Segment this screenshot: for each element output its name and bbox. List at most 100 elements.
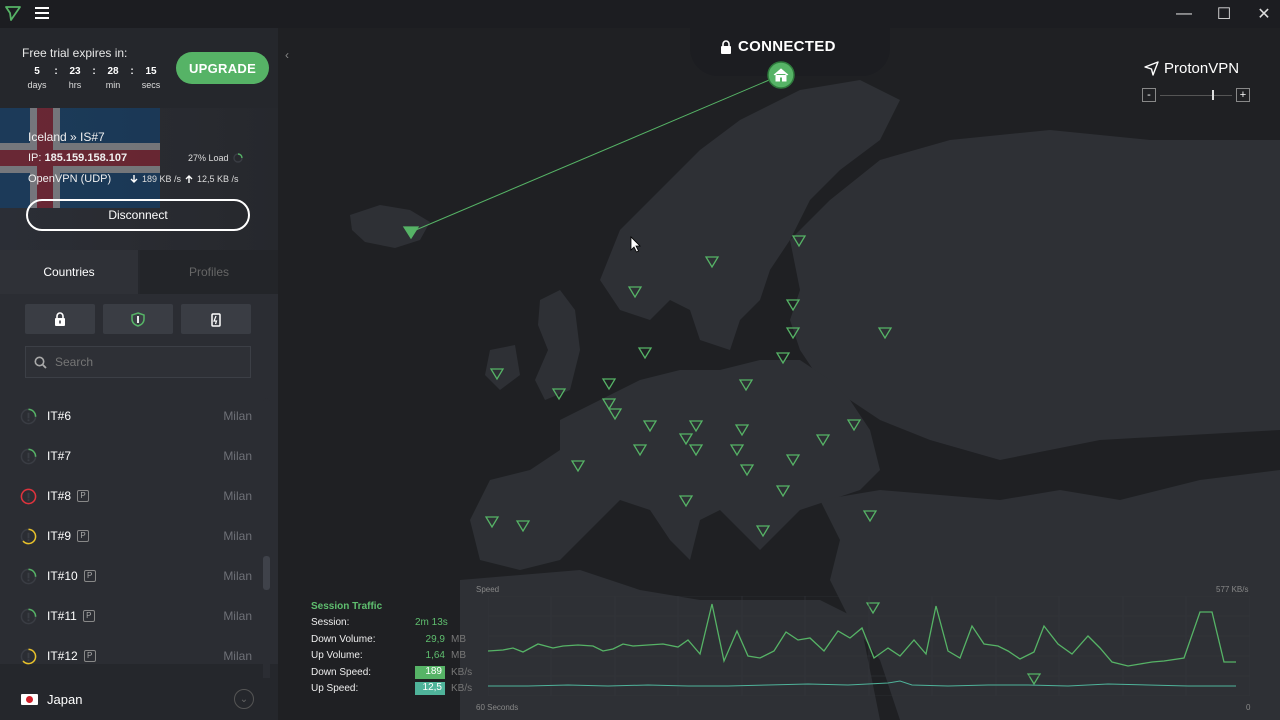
server-city: Milan: [223, 449, 252, 463]
speed-graph: [488, 596, 1250, 696]
search-input[interactable]: [55, 355, 235, 369]
protonvpn-logo-icon: [5, 6, 21, 21]
trial-panel: Free trial expires in: 5 days : 23 hrs : 2…: [0, 28, 278, 108]
chart-zero-label: 0: [1246, 703, 1251, 712]
countdown-separator: :: [54, 66, 58, 77]
server-row[interactable]: IT#6 Milan: [0, 396, 262, 436]
maximize-button[interactable]: ☐: [1204, 0, 1244, 28]
download-arrow-icon: [130, 175, 138, 183]
server-load-icon: [20, 608, 37, 624]
tab-profiles[interactable]: Profiles: [140, 250, 278, 294]
brand-name: ProtonVPN: [1164, 60, 1240, 77]
server-city: Milan: [223, 649, 252, 663]
server-row[interactable]: IT#8 P Milan: [0, 476, 262, 516]
secure-core-filter-button[interactable]: [25, 304, 95, 334]
kill-switch-icon: [211, 312, 221, 327]
plus-server-badge: P: [83, 570, 96, 582]
countdown-seconds: 15: [145, 66, 157, 77]
session-label: Session:: [311, 617, 350, 629]
chevron-down-icon[interactable]: ⌄: [234, 689, 254, 709]
tab-countries[interactable]: Countries: [0, 250, 138, 294]
plus-server-badge: P: [77, 530, 90, 542]
server-load-icon: [20, 488, 37, 504]
connection-panel: Iceland » IS#7 IP: 185.159.158.107 27% L…: [0, 108, 278, 250]
countdown-minutes: 28: [107, 66, 119, 77]
japan-flag-icon: [21, 693, 38, 705]
server-load-icon: [20, 408, 37, 424]
server-load-icon: [20, 448, 37, 464]
country-name: Japan: [47, 691, 83, 707]
minimize-button[interactable]: —: [1164, 0, 1204, 28]
server-city: Milan: [223, 569, 252, 583]
session-value: 2m 13s: [415, 617, 448, 629]
download-speed: 189 KB /s: [142, 174, 182, 184]
connection-speed: 189 KB /s 12,5 KB /s: [130, 174, 239, 184]
server-row[interactable]: IT#11 P Milan: [0, 596, 262, 636]
zoom-out-button[interactable]: -: [1142, 88, 1156, 102]
map-zoom-control: - +: [1142, 88, 1250, 102]
scrollbar-thumb[interactable]: [263, 556, 270, 590]
down-volume-label: Down Volume:: [311, 633, 376, 645]
server-name-text: IT#6: [47, 409, 72, 423]
server-name: IT#8 P: [47, 489, 90, 503]
chart-speed-label: Speed: [476, 585, 500, 594]
zoom-slider[interactable]: [1160, 89, 1232, 100]
up-speed-value: 12,5: [415, 682, 445, 696]
plus-server-badge: P: [83, 650, 96, 662]
sidebar-tabs: Countries Profiles: [0, 250, 278, 294]
session-traffic-panel: Session Traffic Session: 2m 13s Down Volu…: [311, 598, 472, 697]
countdown-days: 5: [34, 66, 40, 77]
protocol: OpenVPN (UDP): [28, 173, 112, 185]
search-icon: [34, 356, 47, 369]
server-list-scrollbar[interactable]: [263, 398, 270, 714]
ip-address: IP: 185.159.158.107: [28, 152, 127, 164]
server-name-text: IT#7: [47, 449, 72, 463]
collapse-sidebar-icon[interactable]: ‹: [285, 48, 289, 62]
plus-server-badge: P: [77, 490, 90, 502]
search-box[interactable]: [25, 346, 251, 378]
server-city: Milan: [223, 529, 252, 543]
server-row[interactable]: IT#10 P Milan: [0, 556, 262, 596]
ip-label: IP:: [28, 152, 42, 164]
down-volume-unit: MB: [451, 633, 466, 645]
connected-server: Iceland » IS#7: [28, 130, 105, 144]
server-name-text: IT#9: [47, 529, 72, 543]
server-name: IT#12 P: [47, 649, 96, 663]
up-volume-unit: MB: [451, 650, 466, 662]
sidebar: Free trial expires in: 5 days : 23 hrs : 2…: [0, 28, 278, 720]
server-name: IT#9 P: [47, 529, 90, 543]
netshield-filter-button[interactable]: [103, 304, 173, 334]
chart-max-label: 577 KB/s: [1216, 585, 1249, 594]
server-name-text: IT#8: [47, 489, 72, 503]
countdown-minutes-unit: min: [105, 80, 121, 90]
protonvpn-logo-icon: [1144, 61, 1159, 76]
countdown-separator: :: [92, 66, 96, 77]
trial-countdown: 5 days : 23 hrs : 28 min : 15 secs: [22, 66, 166, 90]
server-row[interactable]: IT#7 Milan: [0, 436, 262, 476]
upload-arrow-icon: [185, 175, 193, 183]
kill-switch-filter-button[interactable]: [181, 304, 251, 334]
up-volume-label: Up Volume:: [311, 650, 363, 662]
country-row-japan[interactable]: Japan ⌄: [0, 678, 278, 720]
upload-speed-series: [488, 680, 1236, 687]
down-speed-label: Down Speed:: [311, 666, 372, 678]
upgrade-button[interactable]: UPGRADE: [176, 52, 269, 84]
server-name-text: IT#10: [47, 569, 78, 583]
zoom-slider-knob[interactable]: [1212, 89, 1214, 100]
server-city: Milan: [223, 609, 252, 623]
hamburger-menu-icon[interactable]: [34, 6, 50, 20]
up-speed-label: Up Speed:: [311, 683, 359, 695]
home-server-icon[interactable]: [767, 61, 795, 89]
load-circle-icon: [232, 153, 243, 163]
server-load-icon: [20, 568, 37, 584]
close-button[interactable]: ✕: [1244, 0, 1280, 28]
server-row[interactable]: IT#9 P Milan: [0, 516, 262, 556]
server-row[interactable]: IT#12 P Milan: [0, 636, 262, 676]
countdown-hours: 23: [69, 66, 81, 77]
zoom-in-button[interactable]: +: [1236, 88, 1250, 102]
connection-status: CONNECTED: [720, 38, 836, 55]
server-load-text: 27% Load: [188, 153, 229, 163]
down-speed-unit: KB/s: [451, 666, 473, 678]
server-name: IT#10 P: [47, 569, 96, 583]
disconnect-button[interactable]: Disconnect: [26, 199, 250, 231]
